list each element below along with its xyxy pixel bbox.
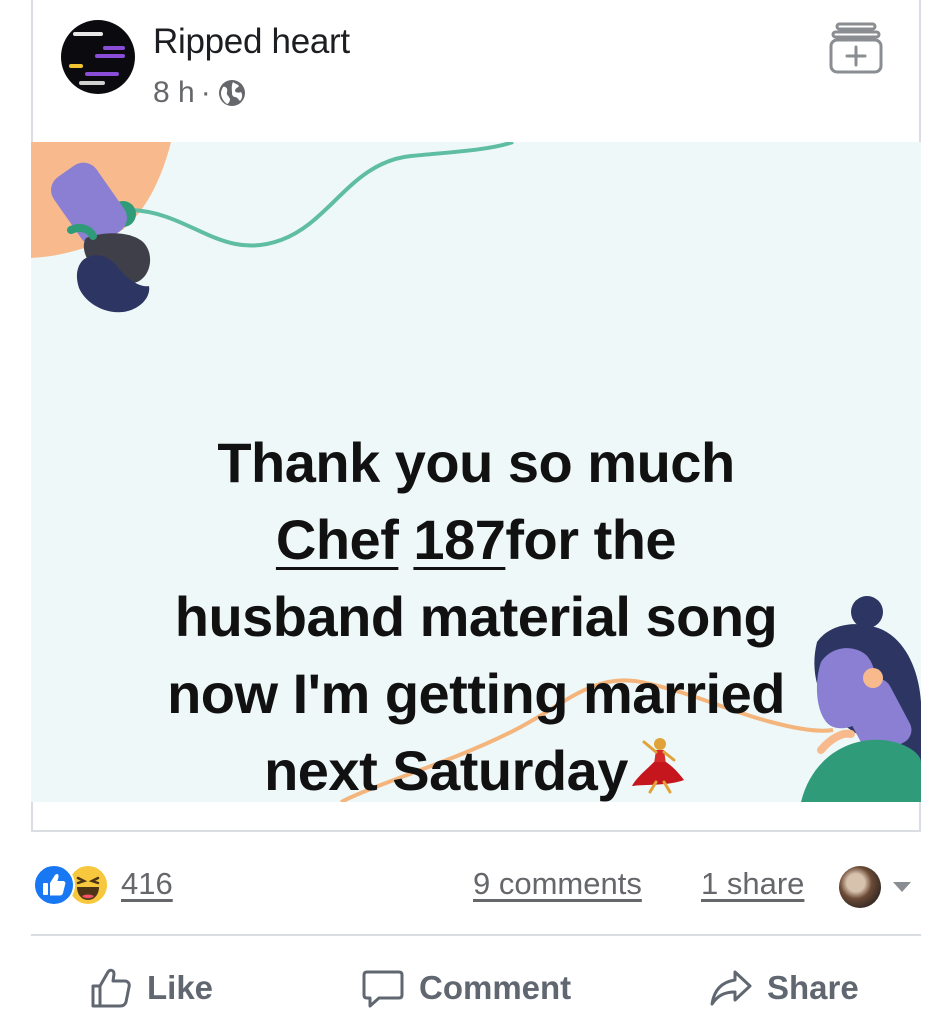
share-arrow-icon [710, 970, 752, 1006]
action-bar: Like Comment Share [31, 936, 921, 1024]
message-line-2: Chef 187for the [31, 501, 921, 578]
reaction-count[interactable]: 416 [121, 866, 173, 902]
post-time[interactable]: 8 h [153, 76, 195, 110]
viewer-avatar[interactable] [839, 866, 881, 908]
message-line-1: Thank you so much [217, 431, 735, 494]
post-stats: 416 9 comments 1 share [31, 858, 921, 914]
meta-separator: · [200, 76, 211, 109]
message-line-4: now I'm getting married [167, 662, 785, 725]
post-message: Thank you so much Chef 187for the husban… [31, 424, 921, 802]
share-button[interactable]: Share [709, 966, 859, 1010]
add-to-collection-icon[interactable] [829, 22, 883, 74]
thumbs-up-icon [91, 968, 131, 1008]
facebook-post-screen: Ripped heart 8 h · Thank you so much Che… [0, 0, 952, 1024]
comment-icon [362, 970, 404, 1008]
comment-label: Comment [419, 969, 572, 1006]
comments-count[interactable]: 9 comments [473, 866, 642, 902]
globe-icon[interactable] [217, 78, 247, 108]
dancer-icon [631, 738, 684, 794]
like-button[interactable]: Like [89, 966, 213, 1010]
like-icon[interactable] [33, 864, 75, 906]
post-header: Ripped heart 8 h · [31, 0, 921, 142]
post-image[interactable]: Thank you so much Chef 187for the husban… [31, 142, 921, 802]
shares-count[interactable]: 1 share [701, 866, 804, 902]
chef-tag: Chef [275, 508, 399, 571]
author-name[interactable]: Ripped heart [153, 22, 350, 62]
like-label: Like [147, 969, 214, 1006]
post-meta: 8 h · [153, 76, 247, 110]
message-line-2-tail: for the [505, 508, 677, 571]
number-tag: 187 [413, 508, 506, 571]
message-line-5-text: next Saturday [264, 739, 628, 802]
comment-button[interactable]: Comment [361, 966, 571, 1010]
message-line-3: husband material song [174, 585, 778, 648]
share-label: Share [767, 969, 859, 1006]
author-avatar[interactable] [61, 20, 135, 94]
chevron-down-icon[interactable] [891, 880, 913, 894]
message-line-5: next Saturday [31, 732, 921, 802]
